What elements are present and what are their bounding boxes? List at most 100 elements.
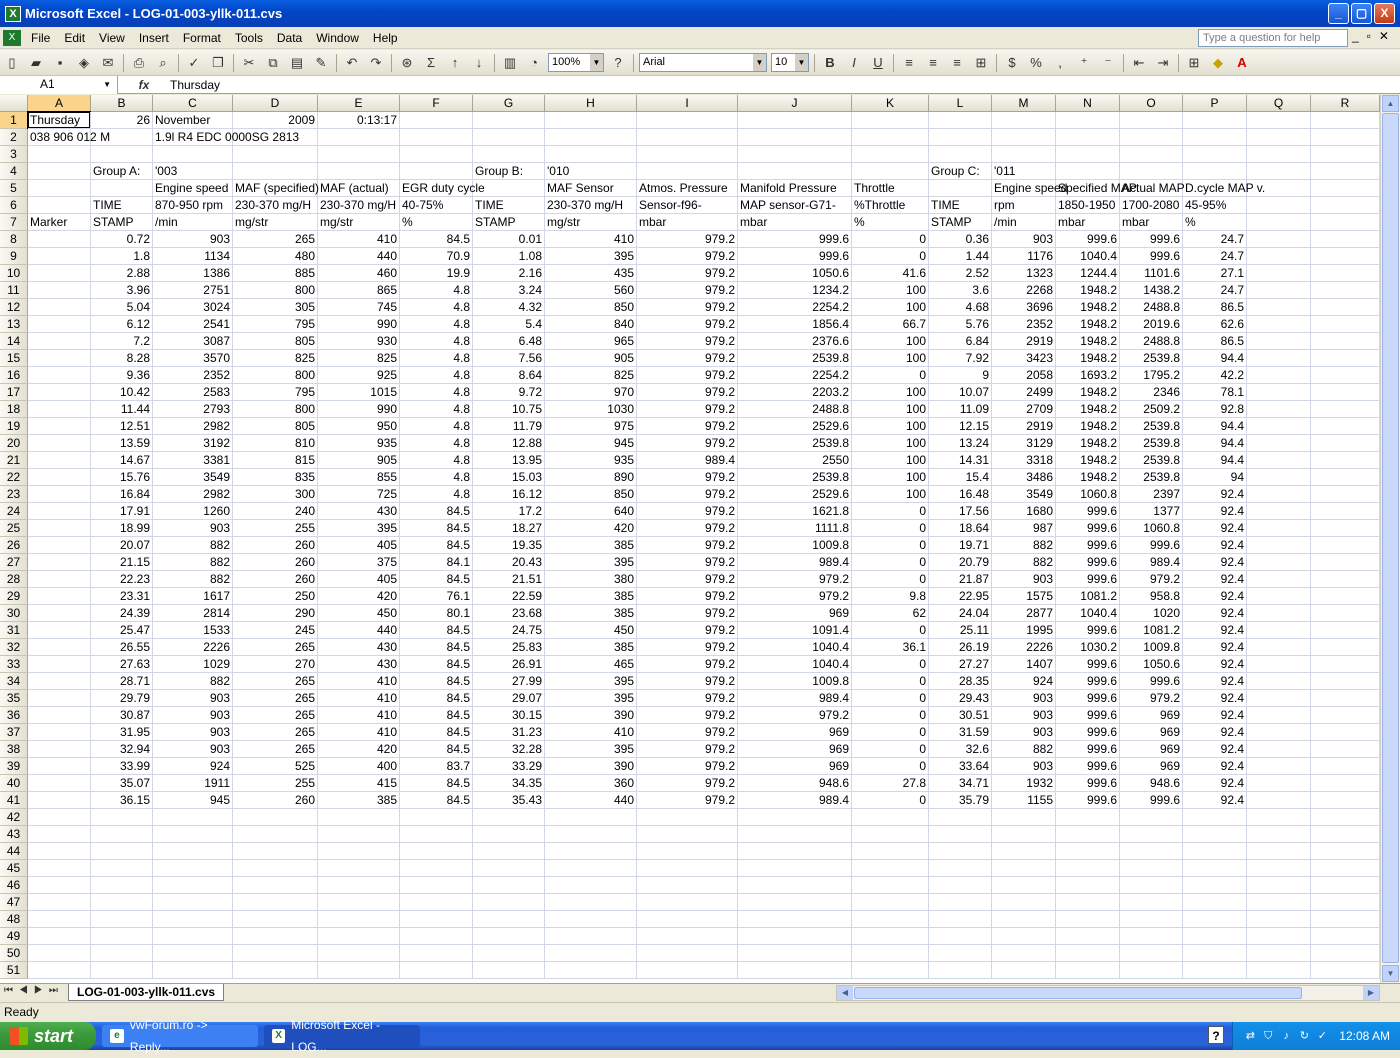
cell-C19[interactable]: 2982 [153, 418, 233, 435]
cell-H33[interactable]: 465 [545, 656, 637, 673]
cell-J33[interactable]: 1040.4 [738, 656, 852, 673]
cell-K38[interactable]: 0 [852, 741, 929, 758]
cell-P50[interactable] [1183, 945, 1247, 962]
percent-icon[interactable]: % [1025, 52, 1047, 74]
cell-G49[interactable] [473, 928, 545, 945]
cell-R14[interactable] [1311, 333, 1380, 350]
cell-E44[interactable] [318, 843, 400, 860]
menu-window[interactable]: Window [309, 27, 366, 49]
cell-N15[interactable]: 1948.2 [1056, 350, 1120, 367]
cell-H15[interactable]: 905 [545, 350, 637, 367]
cell-H22[interactable]: 890 [545, 469, 637, 486]
cell-C46[interactable] [153, 877, 233, 894]
cell-F7[interactable]: % [400, 214, 473, 231]
cell-N34[interactable]: 999.6 [1056, 673, 1120, 690]
cell-A19[interactable] [28, 418, 91, 435]
cell-Q40[interactable] [1247, 775, 1311, 792]
cell-L6[interactable]: TIME [929, 197, 992, 214]
cell-O26[interactable]: 999.6 [1120, 537, 1183, 554]
cell-N45[interactable] [1056, 860, 1120, 877]
cell-O25[interactable]: 1060.8 [1120, 520, 1183, 537]
cell-K7[interactable]: % [852, 214, 929, 231]
cell-O8[interactable]: 999.6 [1120, 231, 1183, 248]
column-header-L[interactable]: L [929, 95, 992, 112]
cell-C15[interactable]: 3570 [153, 350, 233, 367]
cell-F39[interactable]: 83.7 [400, 758, 473, 775]
cell-L24[interactable]: 17.56 [929, 503, 992, 520]
cell-F37[interactable]: 84.5 [400, 724, 473, 741]
column-header-R[interactable]: R [1311, 95, 1380, 112]
italic-icon[interactable]: I [843, 52, 865, 74]
cell-R24[interactable] [1311, 503, 1380, 520]
cell-C7[interactable]: /min [153, 214, 233, 231]
cell-C10[interactable]: 1386 [153, 265, 233, 282]
decrease-indent-icon[interactable]: ⇤ [1128, 52, 1150, 74]
cell-M37[interactable]: 903 [992, 724, 1056, 741]
cell-I17[interactable]: 979.2 [637, 384, 738, 401]
cell-B29[interactable]: 23.31 [91, 588, 153, 605]
cell-B34[interactable]: 28.71 [91, 673, 153, 690]
cell-O3[interactable] [1120, 146, 1183, 163]
cell-G34[interactable]: 27.99 [473, 673, 545, 690]
cell-C20[interactable]: 3192 [153, 435, 233, 452]
cell-D1[interactable]: 2009 [233, 112, 318, 129]
cell-P23[interactable]: 92.4 [1183, 486, 1247, 503]
cell-O13[interactable]: 2019.6 [1120, 316, 1183, 333]
cell-A2[interactable]: 038 906 012 M [28, 129, 110, 146]
cell-P15[interactable]: 94.4 [1183, 350, 1247, 367]
cell-K41[interactable]: 0 [852, 792, 929, 809]
cell-G38[interactable]: 32.28 [473, 741, 545, 758]
cell-C2[interactable]: 1.9l R4 EDC 0000SG 2813 [153, 129, 299, 146]
cell-N39[interactable]: 999.6 [1056, 758, 1120, 775]
cell-A4[interactable] [28, 163, 91, 180]
cell-P12[interactable]: 86.5 [1183, 299, 1247, 316]
cell-M23[interactable]: 3549 [992, 486, 1056, 503]
close-button[interactable]: X [1374, 3, 1395, 24]
cell-R34[interactable] [1311, 673, 1380, 690]
cell-E4[interactable] [318, 163, 400, 180]
chart-wizard-icon[interactable]: ▥ [499, 52, 521, 74]
row-header-35[interactable]: 35 [0, 690, 28, 707]
cell-D42[interactable] [233, 809, 318, 826]
cell-H31[interactable]: 450 [545, 622, 637, 639]
cell-A9[interactable] [28, 248, 91, 265]
cell-E30[interactable]: 450 [318, 605, 400, 622]
cell-L13[interactable]: 5.76 [929, 316, 992, 333]
cell-C13[interactable]: 2541 [153, 316, 233, 333]
cell-D8[interactable]: 265 [233, 231, 318, 248]
cell-L26[interactable]: 19.71 [929, 537, 992, 554]
cell-G7[interactable]: STAMP [473, 214, 545, 231]
cell-O36[interactable]: 969 [1120, 707, 1183, 724]
cell-H17[interactable]: 970 [545, 384, 637, 401]
cell-K49[interactable] [852, 928, 929, 945]
cell-P28[interactable]: 92.4 [1183, 571, 1247, 588]
cell-P45[interactable] [1183, 860, 1247, 877]
cell-K32[interactable]: 36.1 [852, 639, 929, 656]
cell-N4[interactable] [1056, 163, 1120, 180]
cell-A24[interactable] [28, 503, 91, 520]
security-icon[interactable]: ✓ [1315, 1029, 1329, 1043]
cell-F28[interactable]: 84.5 [400, 571, 473, 588]
cell-H3[interactable] [545, 146, 637, 163]
cell-Q39[interactable] [1247, 758, 1311, 775]
cell-O16[interactable]: 1795.2 [1120, 367, 1183, 384]
cell-L17[interactable]: 10.07 [929, 384, 992, 401]
cell-J11[interactable]: 1234.2 [738, 282, 852, 299]
cell-J18[interactable]: 2488.8 [738, 401, 852, 418]
menu-view[interactable]: View [92, 27, 132, 49]
cell-A47[interactable] [28, 894, 91, 911]
cell-G31[interactable]: 24.75 [473, 622, 545, 639]
cell-I39[interactable]: 979.2 [637, 758, 738, 775]
cell-D30[interactable]: 290 [233, 605, 318, 622]
cell-P48[interactable] [1183, 911, 1247, 928]
cell-Q51[interactable] [1247, 962, 1311, 979]
cell-A37[interactable] [28, 724, 91, 741]
row-header-41[interactable]: 41 [0, 792, 28, 809]
cell-F11[interactable]: 4.8 [400, 282, 473, 299]
cell-E48[interactable] [318, 911, 400, 928]
row-header-11[interactable]: 11 [0, 282, 28, 299]
cell-K22[interactable]: 100 [852, 469, 929, 486]
cell-B47[interactable] [91, 894, 153, 911]
cell-F46[interactable] [400, 877, 473, 894]
cell-N3[interactable] [1056, 146, 1120, 163]
